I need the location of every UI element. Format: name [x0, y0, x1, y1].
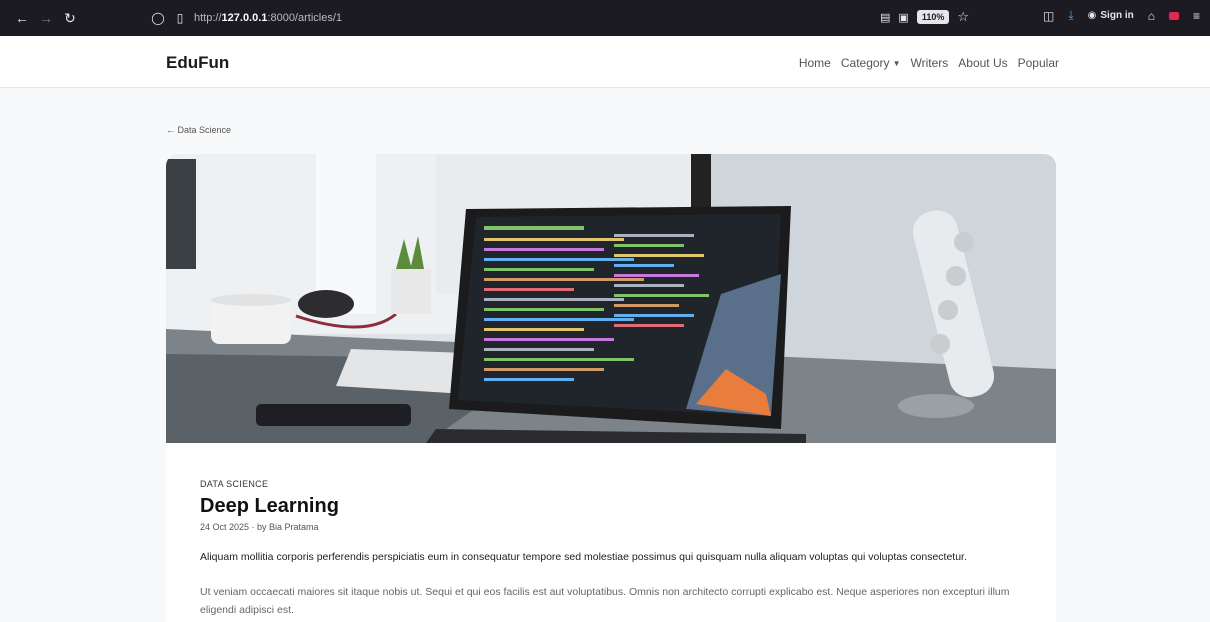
forward-arrow-icon[interactable]: →: [36, 8, 56, 28]
article-paragraph: Ut veniam occaecati maiores sit itaque n…: [200, 586, 1010, 616]
back-to-category-link[interactable]: ← Data Science: [166, 125, 231, 135]
sidebar-icon[interactable]: ◫: [1043, 9, 1054, 23]
address-bar[interactable]: ◯ ▯ http://127.0.0.1:8000/articles/1: [150, 6, 980, 30]
sign-in-label: Sign in: [1100, 10, 1134, 21]
url-host: 127.0.0.1: [221, 12, 268, 24]
caret-down-icon: ▼: [892, 59, 901, 68]
toolbar-right: ◫ ⤓ ◉ Sign in ⌂ ≡: [1043, 8, 1200, 23]
site-brand[interactable]: EduFun: [166, 53, 229, 73]
main-nav: Home Category ▼ Writers About Us Popular: [799, 56, 1059, 70]
sign-in-button[interactable]: ◉ Sign in: [1088, 10, 1134, 21]
browser-nav: ← → ↻: [12, 8, 80, 28]
browser-toolbar: ← → ↻ ◯ ▯ http://127.0.0.1:8000/articles…: [0, 0, 1210, 36]
url-prefix: http://: [194, 12, 222, 24]
article-meta: 24 Oct 2025 · by Bia Pratama: [200, 522, 319, 532]
nav-popular[interactable]: Popular: [1018, 56, 1059, 70]
nav-about-us[interactable]: About Us: [958, 56, 1007, 70]
back-arrow-icon[interactable]: ←: [12, 8, 32, 28]
extension-badge-icon[interactable]: [1168, 11, 1179, 20]
article-lead: Aliquam mollitia corporis perferendis pe…: [200, 551, 967, 563]
download-icon[interactable]: ⤓: [1068, 8, 1073, 23]
site-header: EduFun Home Category ▼ Writers About Us P…: [0, 36, 1210, 88]
bookmark-star-icon[interactable]: ☆: [957, 9, 969, 25]
article-card: DATA SCIENCE Deep Learning 24 Oct 2025 ·…: [166, 154, 1056, 622]
article-title: Deep Learning: [200, 495, 339, 517]
article-hero-image: [166, 154, 1056, 443]
nav-writers[interactable]: Writers: [910, 56, 948, 70]
nav-category[interactable]: Category ▼: [841, 56, 901, 70]
extensions-icon[interactable]: ⌂: [1148, 9, 1155, 23]
zoom-level[interactable]: 110%: [916, 10, 950, 24]
reader-view-icon[interactable]: ▤: [880, 11, 890, 24]
url-path: :8000/articles/1: [267, 12, 343, 24]
account-icon: ◉: [1087, 10, 1097, 21]
menu-icon[interactable]: ≡: [1193, 9, 1200, 23]
shield-icon[interactable]: ◯: [150, 11, 166, 25]
nav-category-label: Category: [840, 56, 890, 70]
screenshot-icon[interactable]: ▣: [898, 11, 908, 24]
page-icon: ▯: [176, 11, 184, 25]
reload-icon[interactable]: ↻: [60, 8, 80, 28]
article-category: DATA SCIENCE: [200, 479, 269, 489]
url-actions: ▤ ▣ 110% ☆: [880, 9, 969, 25]
article-body: DATA SCIENCE Deep Learning 24 Oct 2025 ·…: [200, 479, 1040, 619]
nav-home[interactable]: Home: [799, 56, 831, 70]
